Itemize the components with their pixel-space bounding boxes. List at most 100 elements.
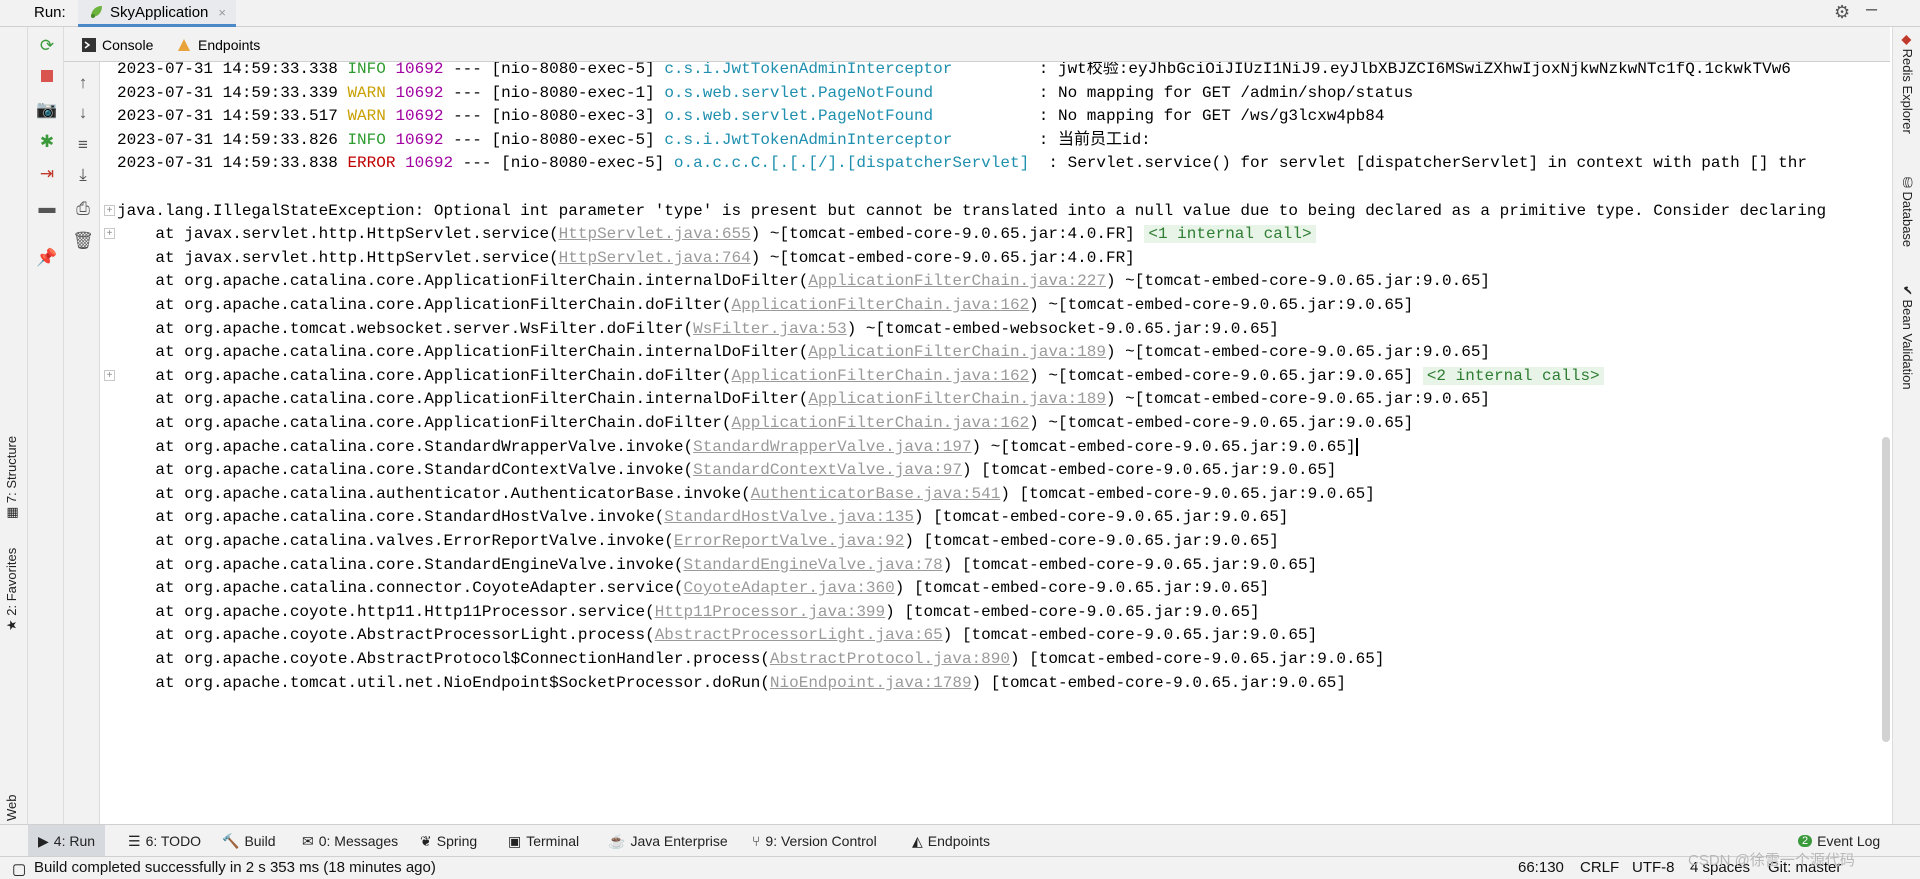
source-link[interactable]: StandardHostValve.java:135 bbox=[664, 508, 914, 526]
source-link[interactable]: ApplicationFilterChain.java:162 bbox=[732, 414, 1030, 432]
minimize-icon[interactable]: – bbox=[1866, 0, 1877, 21]
source-link[interactable]: NioEndpoint.java:1789 bbox=[770, 674, 972, 692]
log-pid: 10692 bbox=[395, 62, 444, 78]
frame-method: at javax.servlet.http.HttpServlet.servic… bbox=[117, 225, 559, 243]
source-link[interactable]: ApplicationFilterChain.java:189 bbox=[808, 390, 1106, 408]
internal-calls-badge[interactable]: <2 internal calls> bbox=[1422, 367, 1604, 385]
source-link[interactable]: ApplicationFilterChain.java:162 bbox=[732, 296, 1030, 314]
tool-window-label: 6: TODO bbox=[145, 833, 202, 849]
close-tab-icon[interactable]: × bbox=[218, 5, 226, 20]
source-link[interactable]: HttpServlet.java:764 bbox=[559, 249, 751, 267]
frame-method: at org.apache.catalina.core.StandardHost… bbox=[117, 508, 665, 526]
frame-method: at javax.servlet.http.HttpServlet.servic… bbox=[117, 249, 559, 267]
frame-suffix: ) [tomcat-embed-core-9.0.65.jar:9.0.65] bbox=[942, 626, 1318, 644]
status-square-icon[interactable]: ▢ bbox=[12, 860, 26, 878]
debug-icon[interactable]: ✱ bbox=[36, 131, 58, 153]
soft-wrap-icon[interactable]: ≡ bbox=[72, 134, 94, 156]
camera-icon[interactable]: 📷 bbox=[36, 99, 58, 121]
run-config-tab[interactable]: SkyApplication × bbox=[78, 0, 236, 27]
tool-window-build[interactable]: 🔨 Build bbox=[222, 825, 276, 857]
redis-explorer-tab[interactable]: ◆ Redis Explorer bbox=[1899, 35, 1915, 134]
log-logger[interactable]: c.s.i.JwtTokenAdminInterceptor bbox=[664, 131, 952, 149]
source-link[interactable]: CoyoteAdapter.java:360 bbox=[684, 579, 895, 597]
source-link[interactable]: StandardWrapperValve.java:197 bbox=[693, 438, 971, 456]
scroll-to-end-icon[interactable]: ⤓ bbox=[72, 164, 94, 186]
event-log-badge: 2 bbox=[1798, 835, 1813, 847]
log-logger[interactable]: o.s.web.servlet.PageNotFound bbox=[664, 84, 933, 102]
source-link[interactable]: AuthenticatorBase.java:541 bbox=[751, 485, 1001, 503]
console-toolbar: ↑ ↓ ≡ ⤓ ⎙ 🗑 bbox=[64, 62, 100, 824]
rerun-icon[interactable]: ⟳ bbox=[36, 35, 58, 57]
source-link[interactable]: HttpServlet.java:655 bbox=[559, 225, 751, 243]
fold-toggle-icon[interactable]: + bbox=[104, 228, 115, 239]
tool-window-todo[interactable]: ☰ 6: TODO bbox=[128, 825, 201, 857]
database-tab[interactable]: ⛁ Database bbox=[1899, 177, 1915, 247]
arrow-down-icon[interactable]: ↓ bbox=[72, 102, 94, 124]
messages-icon: ✉ bbox=[302, 832, 314, 849]
source-link[interactable]: StandardEngineValve.java:78 bbox=[684, 556, 943, 574]
console-scrollbar-thumb[interactable] bbox=[1882, 437, 1890, 742]
tool-window-java-enterprise[interactable]: ☕ Java Enterprise bbox=[608, 825, 728, 857]
log-level: INFO bbox=[337, 131, 396, 149]
log-message: : Servlet.service() for servlet [dispatc… bbox=[1038, 154, 1807, 172]
status-bar: ▢ Build completed successfully in 2 s 35… bbox=[0, 856, 1920, 879]
log-timestamp: 2023-07-31 14:59:33.838 bbox=[117, 154, 338, 172]
log-logger[interactable]: c.s.i.JwtTokenAdminInterceptor bbox=[664, 62, 952, 78]
source-link[interactable]: ErrorReportValve.java:92 bbox=[674, 532, 904, 550]
source-link[interactable]: StandardContextValve.java:97 bbox=[693, 461, 962, 479]
source-link[interactable]: ApplicationFilterChain.java:189 bbox=[808, 343, 1106, 361]
source-link[interactable]: AbstractProcessorLight.java:65 bbox=[655, 626, 943, 644]
source-link[interactable]: WsFilter.java:53 bbox=[693, 320, 847, 338]
tool-window-endpoints[interactable]: ◭ Endpoints bbox=[912, 825, 990, 857]
status-message[interactable]: Build completed successfully in 2 s 353 … bbox=[34, 859, 436, 876]
tool-window-messages[interactable]: ✉ 0: Messages bbox=[302, 825, 398, 857]
frame-method: at org.apache.catalina.core.ApplicationF… bbox=[117, 414, 732, 432]
redis-explorer-label: Redis Explorer bbox=[1900, 48, 1915, 134]
tool-window-label: 0: Messages bbox=[318, 833, 399, 849]
source-link[interactable]: ApplicationFilterChain.java:227 bbox=[808, 272, 1106, 290]
gear-icon[interactable]: ⚙ bbox=[1834, 2, 1850, 23]
bean-validation-tab[interactable]: ✔ Bean Validation bbox=[1899, 285, 1915, 390]
source-link[interactable]: Http11Processor.java:399 bbox=[655, 603, 885, 621]
source-link[interactable]: ApplicationFilterChain.java:162 bbox=[732, 367, 1030, 385]
pin-icon[interactable]: 📌 bbox=[36, 247, 58, 269]
tab-endpoints[interactable]: Endpoints bbox=[176, 27, 260, 62]
frame-suffix: ) [tomcat-embed-core-9.0.65.jar:9.0.65] bbox=[913, 508, 1289, 526]
log-message: : No mapping for GET /admin/shop/status bbox=[1029, 84, 1414, 102]
frame-suffix: ) ~[tomcat-embed-core-9.0.65.jar:9.0.65] bbox=[1029, 367, 1414, 385]
file-encoding[interactable]: UTF-8 bbox=[1632, 859, 1675, 876]
source-link[interactable]: AbstractProtocol.java:890 bbox=[770, 650, 1010, 668]
frame-suffix: ) ~[tomcat-embed-websocket-9.0.65.jar:9.… bbox=[846, 320, 1279, 338]
structure-tab[interactable]: ▦ 7: Structure bbox=[4, 436, 20, 519]
tool-window-run[interactable]: ▶ 4: Run bbox=[28, 825, 106, 857]
stop-icon[interactable] bbox=[36, 65, 58, 87]
frame-suffix: ) [tomcat-embed-core-9.0.65.jar:9.0.65] bbox=[942, 556, 1318, 574]
log-message: : 当前员工id: bbox=[1029, 131, 1151, 149]
internal-calls-badge[interactable]: <1 internal call> bbox=[1144, 225, 1316, 243]
log-pid: 10692 bbox=[395, 107, 444, 125]
arrow-up-icon[interactable]: ↑ bbox=[72, 72, 94, 94]
tool-window-version-control[interactable]: ⑂ 9: Version Control bbox=[752, 825, 877, 857]
fold-toggle-icon[interactable]: + bbox=[104, 370, 115, 381]
console-output[interactable]: 2023-07-31 14:59:33.338 INFO 10692 --- [… bbox=[100, 62, 1890, 824]
frame-method: at org.apache.catalina.authenticator.Aut… bbox=[117, 485, 751, 503]
caret-position[interactable]: 66:130 bbox=[1518, 859, 1564, 876]
web-tab-label: Web bbox=[4, 794, 19, 822]
log-logger[interactable]: o.a.c.c.C.[.[.[/].[dispatcherServlet] bbox=[674, 154, 1029, 172]
trash-icon[interactable]: 🗑 bbox=[72, 230, 94, 252]
layout-icon[interactable]: ▬ bbox=[36, 197, 58, 219]
exit-icon[interactable]: ⇥ bbox=[36, 163, 58, 185]
tab-console[interactable]: Console bbox=[82, 27, 153, 62]
print-icon[interactable]: ⎙ bbox=[72, 198, 94, 220]
log-pad bbox=[952, 62, 1029, 78]
favorites-tab[interactable]: ★ 2: Favorites bbox=[4, 548, 20, 631]
tool-window-terminal[interactable]: ▣ Terminal bbox=[508, 825, 579, 857]
tool-window-spring[interactable]: ❦ Spring bbox=[420, 825, 477, 857]
frame-method: at org.apache.coyote.AbstractProtocol$Co… bbox=[117, 650, 770, 668]
line-separator[interactable]: CRLF bbox=[1580, 859, 1619, 876]
log-logger[interactable]: o.s.web.servlet.PageNotFound bbox=[664, 107, 933, 125]
terminal-icon: ▣ bbox=[508, 832, 522, 849]
star-icon: ★ bbox=[4, 615, 19, 631]
fold-toggle-icon[interactable]: + bbox=[104, 205, 115, 216]
console-icon bbox=[82, 37, 96, 52]
